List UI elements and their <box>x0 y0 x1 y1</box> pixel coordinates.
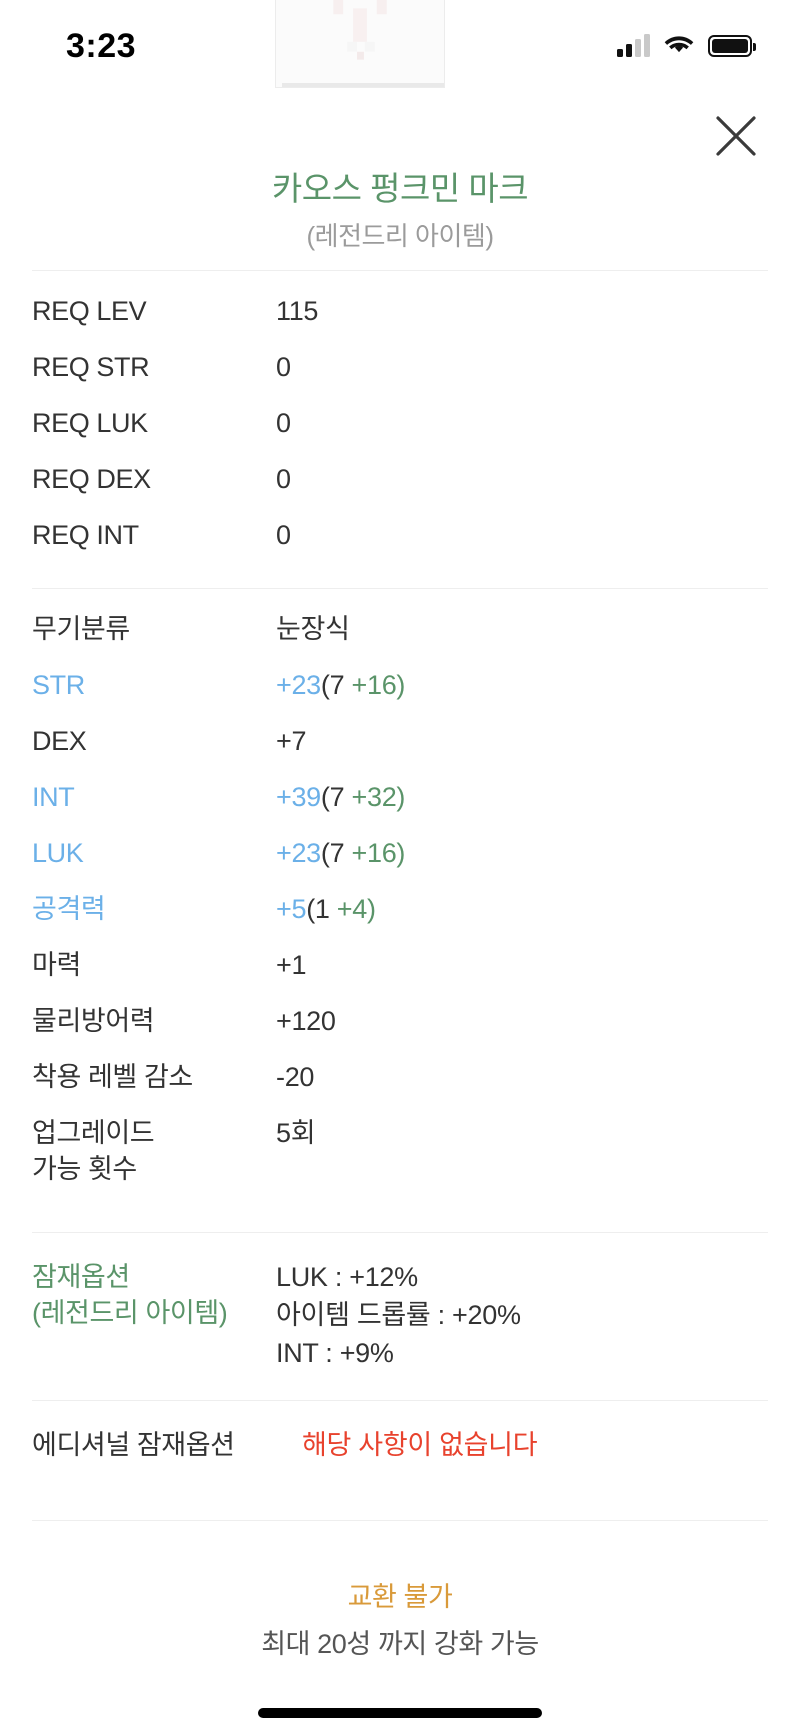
row-label: 물리방어력 <box>32 1006 155 1036</box>
row-value: +7 <box>276 726 307 756</box>
row-label-line1: 업그레이드 <box>32 1118 155 1148</box>
table-row: 착용 레벨 감소 -20 <box>32 1059 768 1115</box>
table-row: REQ LUK 0 <box>32 405 768 461</box>
stat-base: (1 <box>306 894 337 924</box>
additional-potential-section: 에디셔널 잠재옵션 해당 사항이 없습니다 <box>0 1400 800 1483</box>
row-label: 착용 레벨 감소 <box>32 1062 193 1092</box>
stat-total: +39 <box>276 782 321 812</box>
row-value: +5(1 +4) <box>276 891 376 927</box>
status-bar: 3:23 <box>0 0 800 92</box>
row-label: 업그레이드 가능 횟수 <box>32 1115 276 1188</box>
row-value: +23(7 +16) <box>276 667 405 703</box>
divider <box>32 1520 768 1521</box>
divider <box>32 1400 768 1401</box>
potential-options-section: 잠재옵션 (레전드리 아이템) LUK : +12% 아이템 드롭률 : +20… <box>0 1232 800 1372</box>
potential-label-line2: (레전드리 아이템) <box>32 1298 228 1329</box>
page-title: 카오스 펑크민 마크 <box>271 170 529 207</box>
battery-full-icon <box>708 35 756 57</box>
home-indicator[interactable] <box>258 1708 542 1718</box>
close-button[interactable] <box>708 108 764 164</box>
stat-bonus: +4) <box>336 894 376 924</box>
enhance-limit-note: 최대 20성 까지 강화 가능 <box>261 1629 539 1659</box>
stat-total: +23 <box>276 670 321 700</box>
table-row: 잠재옵션 (레전드리 아이템) LUK : +12% 아이템 드롭률 : +20… <box>32 1259 768 1372</box>
row-value: 0 <box>276 408 291 438</box>
divider <box>32 270 768 271</box>
table-row: 업그레이드 가능 횟수 5회 <box>32 1115 768 1201</box>
table-row: REQ DEX 0 <box>32 461 768 517</box>
row-value: 0 <box>276 464 291 494</box>
row-label: REQ DEX <box>32 464 151 494</box>
row-label: STR <box>32 670 85 700</box>
row-value: +23(7 +16) <box>276 835 405 871</box>
row-value: 0 <box>276 352 291 382</box>
row-value: 115 <box>276 296 319 326</box>
row-label: 마력 <box>32 950 81 980</box>
table-row: 공격력 +5(1 +4) <box>32 891 768 947</box>
row-value: +39(7 +32) <box>276 779 405 815</box>
row-label: REQ STR <box>32 352 150 382</box>
row-label: LUK <box>32 838 84 868</box>
table-row: REQ INT 0 <box>32 517 768 573</box>
row-value: -20 <box>276 1062 315 1092</box>
table-row: 무기분류 눈장식 <box>32 611 768 667</box>
row-label: 무기분류 <box>32 614 130 644</box>
row-label: 에디셔널 잠재옵션 <box>32 1430 235 1460</box>
row-value: 눈장식 <box>276 614 350 644</box>
potential-label-line1: 잠재옵션 <box>32 1262 130 1292</box>
row-value: 0 <box>276 520 291 550</box>
stats-section: 무기분류 눈장식 STR +23(7 +16) DEX +7 INT +39(7… <box>0 588 800 1201</box>
status-icons <box>617 34 756 58</box>
potential-option: INT : +9% <box>276 1337 394 1368</box>
stat-base: (7 <box>320 838 352 868</box>
row-value: +1 <box>276 950 307 980</box>
requirements-section: REQ LEV 115 REQ STR 0 REQ LUK 0 REQ DEX … <box>0 270 800 573</box>
row-label: REQ LEV <box>32 296 147 326</box>
cellular-signal-icon <box>617 34 650 57</box>
footer-notes-section: 교환 불가 최대 20성 까지 강화 가능 <box>0 1520 800 1661</box>
table-row: REQ STR 0 <box>32 349 768 405</box>
table-row: 마력 +1 <box>32 947 768 1003</box>
row-label: 잠재옵션 (레전드리 아이템) <box>32 1259 276 1332</box>
table-row: LUK +23(7 +16) <box>32 835 768 891</box>
stat-bonus: +16) <box>351 838 406 868</box>
table-row: INT +39(7 +32) <box>32 779 768 835</box>
row-label-line2: 가능 횟수 <box>32 1154 137 1185</box>
potential-option: LUK : +12% <box>276 1262 418 1292</box>
table-row: 에디셔널 잠재옵션 해당 사항이 없습니다 <box>32 1427 768 1483</box>
stat-total: +5 <box>276 894 307 924</box>
wifi-icon <box>664 35 694 58</box>
row-label: REQ INT <box>32 520 139 550</box>
row-label: REQ LUK <box>32 408 148 438</box>
stat-total: +23 <box>276 838 321 868</box>
item-title-block: 카오스 펑크민 마크 (레전드리 아이템) <box>0 168 800 253</box>
table-row: DEX +7 <box>32 723 768 779</box>
stat-bonus: +32) <box>351 782 406 812</box>
table-row: REQ LEV 115 <box>32 293 768 349</box>
close-icon <box>716 116 756 156</box>
stat-bonus: +16) <box>351 670 406 700</box>
row-value: +120 <box>276 1006 336 1036</box>
table-row: 물리방어력 +120 <box>32 1003 768 1059</box>
stat-base: (7 <box>320 782 352 812</box>
stat-base: (7 <box>320 670 352 700</box>
row-value: 해당 사항이 없습니다 <box>302 1430 538 1460</box>
row-value: 5회 <box>276 1118 316 1148</box>
table-row: STR +23(7 +16) <box>32 667 768 723</box>
divider <box>32 588 768 589</box>
row-label: 공격력 <box>32 894 106 924</box>
row-label: INT <box>32 782 75 812</box>
trade-restriction-note: 교환 불가 <box>347 1582 453 1612</box>
status-time: 3:23 <box>66 26 137 65</box>
item-detail-screen: 3:23 카오스 펑크민 마크 (레전드리 아이템) REQ LEV 115 R… <box>0 0 800 1732</box>
item-grade-label: (레전드리 아이템) <box>306 221 494 252</box>
row-value: LUK : +12% 아이템 드롭률 : +20% INT : +9% <box>276 1259 521 1372</box>
potential-option: 아이템 드롭률 : +20% <box>276 1299 521 1330</box>
row-label: DEX <box>32 726 87 756</box>
divider <box>32 1232 768 1233</box>
